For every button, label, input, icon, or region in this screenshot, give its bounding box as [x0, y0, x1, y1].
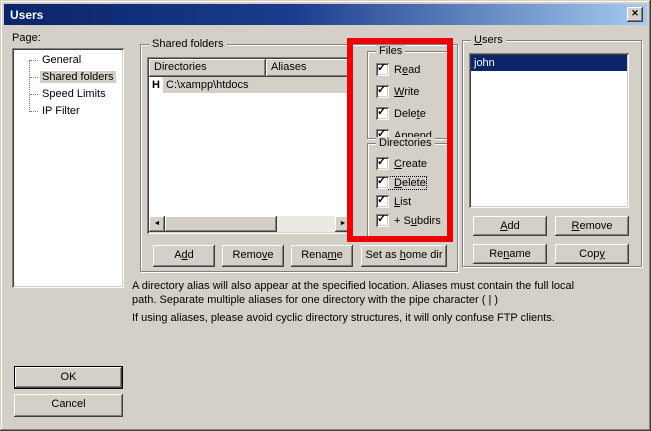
users-group: Users john Add Remove Rename Copy: [462, 40, 642, 267]
alias-help-text-line1: A directory alias will also appear at th…: [132, 279, 642, 293]
home-directory-marker: H: [149, 77, 163, 93]
alias-help-text-line2: path. Separate multiple aliases for one …: [132, 293, 642, 307]
column-header-directories[interactable]: Directories: [149, 59, 266, 77]
horizontal-scrollbar[interactable]: ◄ ►: [149, 216, 351, 232]
users-group-label: Users: [471, 34, 506, 46]
annotation-highlight-rectangle: [347, 38, 453, 242]
shared-folders-group-label: Shared folders: [149, 38, 227, 50]
window-title: Users: [4, 8, 43, 22]
rename-directory-button[interactable]: Rename: [291, 245, 353, 267]
set-as-home-dir-button[interactable]: Set as home dir: [361, 245, 447, 267]
page-tree: General Shared folders Speed Limits IP F…: [12, 48, 124, 288]
remove-user-button[interactable]: Remove: [555, 216, 629, 236]
alias-warning-text: If using aliases, please avoid cyclic di…: [132, 311, 642, 325]
scroll-left-icon[interactable]: ◄: [149, 216, 165, 232]
add-directory-button[interactable]: Add: [153, 245, 215, 267]
tree-item-ip-filter[interactable]: IP Filter: [14, 103, 122, 120]
directories-listview: Directories Aliases H C:\xampp\htdocs ◄ …: [147, 57, 353, 234]
page-label: Page:: [12, 32, 41, 44]
ok-button[interactable]: OK: [14, 366, 123, 389]
copy-user-button[interactable]: Copy: [555, 244, 629, 264]
tree-item-general[interactable]: General: [14, 52, 122, 69]
column-header-aliases[interactable]: Aliases: [266, 59, 351, 77]
add-user-button[interactable]: Add: [473, 216, 547, 236]
tree-item-speed-limits[interactable]: Speed Limits: [14, 86, 122, 103]
directory-path: C:\xampp\htdocs: [163, 77, 351, 93]
close-icon[interactable]: ✕: [627, 7, 643, 22]
directory-row[interactable]: H C:\xampp\htdocs: [149, 77, 351, 93]
tree-item-shared-folders[interactable]: Shared folders: [14, 69, 122, 86]
users-dialog: Users ✕ Page: General Shared folders Spe…: [0, 0, 651, 431]
listview-body: H C:\xampp\htdocs: [149, 77, 351, 216]
scrollbar-track[interactable]: [277, 216, 335, 232]
titlebar[interactable]: Users ✕: [4, 4, 647, 25]
users-listbox: john: [469, 53, 629, 208]
remove-directory-button[interactable]: Remove: [222, 245, 284, 267]
rename-user-button[interactable]: Rename: [473, 244, 547, 264]
scrollbar-thumb[interactable]: [165, 216, 277, 232]
listview-header: Directories Aliases: [149, 59, 351, 77]
cancel-button[interactable]: Cancel: [14, 394, 123, 417]
user-row-john[interactable]: john: [471, 55, 627, 71]
